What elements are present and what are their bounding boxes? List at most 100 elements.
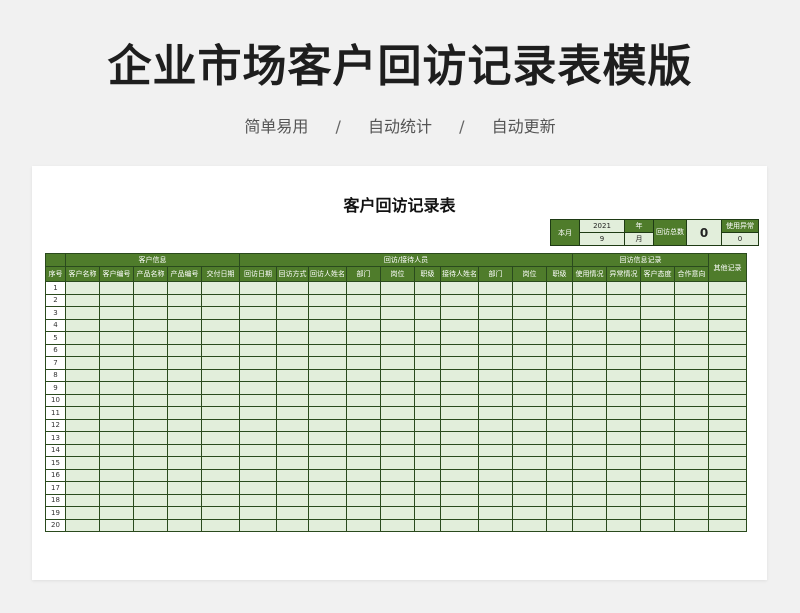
data-cell[interactable] [478, 418, 513, 432]
data-cell[interactable] [546, 406, 573, 420]
data-cell[interactable] [65, 368, 100, 382]
data-cell[interactable] [674, 506, 709, 520]
data-cell[interactable] [308, 468, 347, 482]
data-cell[interactable] [440, 443, 479, 457]
data-cell[interactable] [380, 331, 415, 345]
data-cell[interactable] [380, 368, 415, 382]
data-cell[interactable] [512, 281, 547, 295]
data-cell[interactable] [167, 518, 202, 532]
data-cell[interactable] [346, 281, 381, 295]
data-cell[interactable] [708, 418, 747, 432]
data-cell[interactable] [414, 456, 441, 470]
data-cell[interactable] [512, 468, 547, 482]
data-cell[interactable] [346, 306, 381, 320]
data-cell[interactable] [346, 356, 381, 370]
data-cell[interactable] [346, 318, 381, 332]
data-cell[interactable] [276, 318, 309, 332]
data-cell[interactable] [99, 493, 134, 507]
data-cell[interactable] [674, 368, 709, 382]
data-cell[interactable] [239, 443, 277, 457]
data-cell[interactable] [201, 456, 240, 470]
data-cell[interactable] [239, 381, 277, 395]
data-cell[interactable] [99, 456, 134, 470]
data-cell[interactable] [167, 393, 202, 407]
data-cell[interactable] [380, 318, 415, 332]
data-cell[interactable] [572, 418, 607, 432]
data-cell[interactable] [346, 293, 381, 307]
data-cell[interactable] [674, 318, 709, 332]
data-cell[interactable] [380, 481, 415, 495]
data-cell[interactable] [674, 418, 709, 432]
data-cell[interactable] [308, 443, 347, 457]
data-cell[interactable] [512, 431, 547, 445]
data-cell[interactable] [546, 431, 573, 445]
data-cell[interactable] [546, 506, 573, 520]
data-cell[interactable] [380, 381, 415, 395]
data-cell[interactable] [276, 281, 309, 295]
data-cell[interactable] [414, 356, 441, 370]
data-cell[interactable] [606, 318, 641, 332]
data-cell[interactable] [239, 368, 277, 382]
data-cell[interactable] [414, 343, 441, 357]
data-cell[interactable] [478, 343, 513, 357]
data-cell[interactable] [440, 456, 479, 470]
data-cell[interactable] [440, 506, 479, 520]
data-cell[interactable] [201, 443, 240, 457]
data-cell[interactable] [546, 456, 573, 470]
data-cell[interactable] [276, 306, 309, 320]
data-cell[interactable] [201, 418, 240, 432]
data-cell[interactable] [708, 281, 747, 295]
data-cell[interactable] [65, 356, 100, 370]
data-cell[interactable] [708, 381, 747, 395]
data-cell[interactable] [276, 493, 309, 507]
data-cell[interactable] [346, 468, 381, 482]
data-cell[interactable] [414, 293, 441, 307]
data-cell[interactable] [133, 293, 168, 307]
data-cell[interactable] [239, 343, 277, 357]
data-cell[interactable] [572, 406, 607, 420]
data-cell[interactable] [478, 368, 513, 382]
data-cell[interactable] [414, 281, 441, 295]
data-cell[interactable] [572, 468, 607, 482]
data-cell[interactable] [640, 418, 675, 432]
data-cell[interactable] [380, 456, 415, 470]
data-cell[interactable] [606, 493, 641, 507]
data-cell[interactable] [65, 381, 100, 395]
data-cell[interactable] [276, 356, 309, 370]
data-cell[interactable] [640, 356, 675, 370]
data-cell[interactable] [346, 443, 381, 457]
data-cell[interactable] [276, 506, 309, 520]
data-cell[interactable] [308, 356, 347, 370]
data-cell[interactable] [440, 431, 479, 445]
data-cell[interactable] [478, 431, 513, 445]
data-cell[interactable] [512, 356, 547, 370]
data-cell[interactable] [99, 318, 134, 332]
data-cell[interactable] [380, 431, 415, 445]
data-cell[interactable] [674, 518, 709, 532]
data-cell[interactable] [674, 356, 709, 370]
data-cell[interactable] [276, 518, 309, 532]
data-cell[interactable] [346, 493, 381, 507]
data-cell[interactable] [201, 518, 240, 532]
data-cell[interactable] [640, 393, 675, 407]
data-cell[interactable] [99, 481, 134, 495]
data-cell[interactable] [65, 431, 100, 445]
data-cell[interactable] [572, 331, 607, 345]
data-cell[interactable] [440, 318, 479, 332]
data-cell[interactable] [606, 481, 641, 495]
data-cell[interactable] [674, 393, 709, 407]
data-cell[interactable] [708, 306, 747, 320]
data-cell[interactable] [239, 506, 277, 520]
data-cell[interactable] [65, 331, 100, 345]
data-cell[interactable] [276, 293, 309, 307]
data-cell[interactable] [512, 393, 547, 407]
data-cell[interactable] [640, 468, 675, 482]
data-cell[interactable] [133, 343, 168, 357]
data-cell[interactable] [606, 443, 641, 457]
data-cell[interactable] [308, 418, 347, 432]
data-cell[interactable] [478, 293, 513, 307]
data-cell[interactable] [201, 393, 240, 407]
data-cell[interactable] [167, 356, 202, 370]
data-cell[interactable] [546, 468, 573, 482]
data-cell[interactable] [276, 331, 309, 345]
